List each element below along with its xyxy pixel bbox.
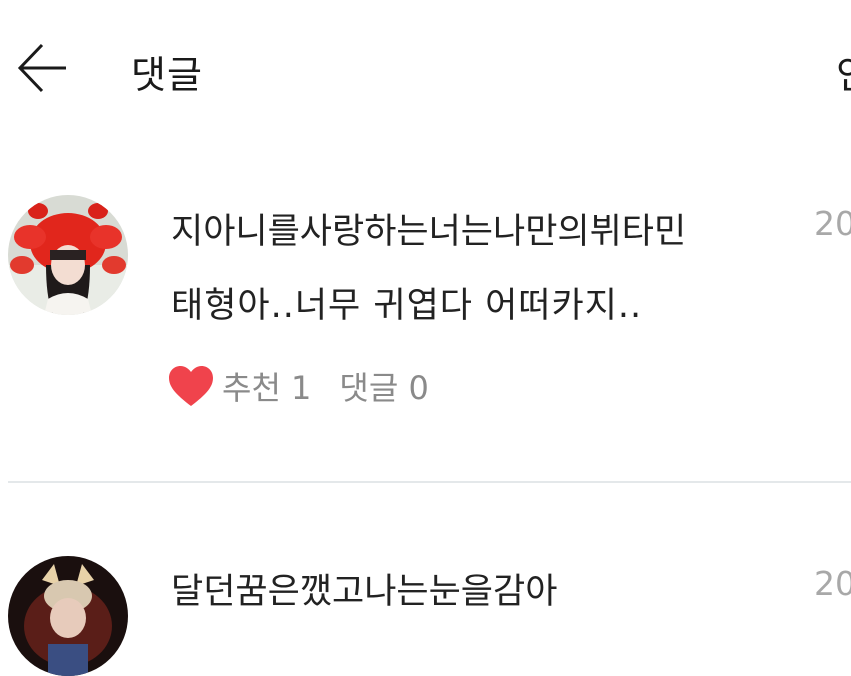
page-title: 댓글 [131, 53, 203, 97]
back-arrow-icon [17, 43, 66, 93]
avatar[interactable] [8, 556, 128, 676]
comment-date: 20 [814, 204, 851, 243]
back-button[interactable] [14, 40, 70, 96]
comment-username[interactable]: 지아니를사랑하는너는나만의뷔타민 [171, 203, 686, 254]
divider [8, 481, 851, 483]
header-right-text[interactable]: 인 [836, 44, 851, 99]
comment-actions: 추천 1 댓글 0 [168, 361, 429, 411]
top-bar: 댓글 인 [0, 0, 851, 130]
comment-username[interactable]: 달던꿈은깼고나는눈을감아 [171, 563, 557, 614]
avatar[interactable] [8, 195, 128, 315]
avatar-image [8, 556, 128, 676]
comment-text: 태형아..너무 귀엽다 어떠카지.. [171, 286, 643, 326]
reply-count[interactable]: 댓글 0 [339, 363, 428, 409]
comment-date: 20 [814, 564, 851, 603]
heart-icon[interactable] [168, 365, 214, 407]
avatar-image [8, 195, 128, 315]
like-count[interactable]: 추천 1 [222, 363, 311, 409]
